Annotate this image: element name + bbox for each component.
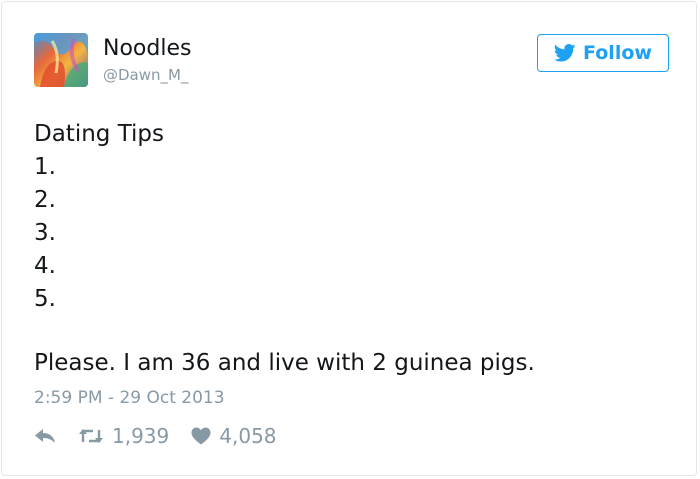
- like-count: 4,058: [219, 424, 277, 448]
- author-name[interactable]: Noodles: [103, 35, 191, 63]
- reply-arrow-icon: [34, 427, 56, 445]
- tweet-line: 4.: [34, 253, 56, 279]
- tweet-line: 5.: [34, 286, 56, 312]
- tweet-card: Noodles @Dawn_M_ Follow Dating Tips 1. 2…: [1, 1, 697, 476]
- retweet-count: 1,939: [112, 424, 170, 448]
- tweet-text: Dating Tips 1. 2. 3. 4. 5.: [34, 118, 164, 316]
- tweet-line: 1.: [34, 154, 56, 180]
- avatar[interactable]: [34, 33, 88, 87]
- heart-icon: [191, 427, 211, 445]
- twitter-bird-icon: [554, 44, 576, 62]
- tweet-line: Dating Tips: [34, 121, 165, 147]
- tweet-closing-line: Please. I am 36 and live with 2 guinea p…: [34, 350, 535, 376]
- reply-button[interactable]: [34, 427, 56, 445]
- tweet-line: 3.: [34, 220, 56, 246]
- follow-button[interactable]: Follow: [537, 34, 669, 72]
- retweet-button[interactable]: 1,939: [78, 424, 169, 448]
- follow-label: Follow: [583, 42, 652, 64]
- author-handle[interactable]: @Dawn_M_: [103, 66, 188, 84]
- retweet-icon: [78, 427, 104, 445]
- tweet-line: 2.: [34, 187, 56, 213]
- tweet-actions: 1,939 4,058: [34, 424, 277, 448]
- like-button[interactable]: 4,058: [191, 424, 277, 448]
- tweet-timestamp[interactable]: 2:59 PM - 29 Oct 2013: [34, 387, 225, 409]
